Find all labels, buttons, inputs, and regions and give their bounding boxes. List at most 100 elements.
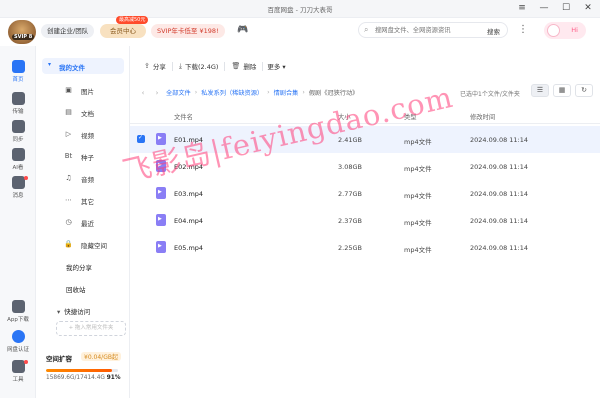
nav-recycle-bin[interactable]: 回收站 [66,284,86,294]
rail-item-transfer[interactable]: 传输 [0,92,36,115]
search-button[interactable]: 搜索 [487,26,500,36]
avatar[interactable]: SVIP 8 [8,20,36,44]
menu-icon[interactable]: ≡ [516,2,528,14]
breadcrumb-separator: › [302,89,305,96]
rail-item-label: 消息 [12,193,24,199]
share-icon: ⇪ [144,62,150,70]
breadcrumb-item[interactable]: 私发系列（稀缺资源） [201,88,263,97]
tools-grid-icon [11,360,25,373]
close-icon[interactable]: ✕ [582,2,594,14]
rail-item-messages[interactable]: 消息 [0,176,36,199]
rail-item-home[interactable]: 首页 [0,60,36,83]
breadcrumb-item[interactable]: 情剧合集 [274,88,299,97]
create-org-button[interactable]: 创建企业/团队 [41,24,95,38]
search-bar: ⌕ 搜索 [358,22,508,38]
back-arrow-icon[interactable]: ‹ [138,89,148,97]
rail-item-label: AI看 [12,165,24,171]
storage-expand-link[interactable]: 空间扩容 [46,355,72,363]
home-icon [11,60,25,73]
rail-item-label: 同步 [12,137,24,143]
delete-label: 删除 [243,63,257,71]
window-title: 百度网盘 - 刀刀大表哥 [267,6,333,14]
assistant-avatar-icon [547,24,560,37]
more-label: 更多 [267,63,281,71]
list-view-icon[interactable]: ☰ [531,84,549,97]
headphones-icon: ♫ [65,174,72,182]
forward-arrow-icon[interactable]: › [152,89,162,97]
storage-percent: 91% [106,375,121,381]
storage-progress-bar [46,369,118,372]
search-input[interactable] [375,25,475,36]
nav-item-label: 音频 [81,176,94,184]
table-row[interactable]: E04.mp4 2.37GB mp4文件 2024.09.08 11:14 [130,207,600,234]
video-file-icon [156,214,166,226]
minimize-icon[interactable]: — [538,2,550,14]
file-type: mp4文件 [404,165,432,173]
rail-item-label: 工具 [12,377,24,383]
rail-item-tools[interactable]: 工具 [0,360,36,383]
file-date: 2024.09.08 11:14 [470,136,529,144]
maximize-icon[interactable]: ☐ [560,2,572,14]
download-icon: ⤓ [178,61,182,70]
table-row[interactable]: E03.mp4 2.77GB mp4文件 2024.09.08 11:14 [130,180,600,207]
table-row[interactable]: E05.mp4 2.25GB mp4文件 2024.09.08 11:14 [130,234,600,261]
rail-item-verify[interactable]: 网盘认证 [0,330,36,353]
share-label: 分享 [152,63,166,71]
add-favorite-folder[interactable]: + 拖入常用文件夹 [56,321,126,336]
file-name[interactable]: E04.mp4 [174,217,203,225]
breadcrumb-item[interactable]: 全部文件 [166,88,191,97]
download-button[interactable]: ⤓ 下载(2.4G) [173,61,225,72]
file-date: 2024.09.08 11:14 [470,163,529,171]
breadcrumb: ‹ › 全部文件 › 私发系列（稀缺资源） › 情剧合集 › 假剧《冠狭行动》 [138,88,359,98]
nav-my-files-label: 我的文件 [59,64,85,72]
column-header-name[interactable]: 文件名 [174,112,193,121]
video-file-icon [156,241,166,253]
vip-center-button[interactable]: 最高减50元 会员中心 [100,16,149,38]
share-button[interactable]: ⇪ 分享 [138,61,172,71]
nav-item-label: 种子 [81,154,94,162]
storage-offer-badge[interactable]: ¥0.04/GB起 [81,352,121,361]
rail-item-sync[interactable]: 同步 [0,120,36,143]
storage-used-text: 15869.6G/17414.4G [46,375,105,381]
gamepad-icon[interactable]: 🎮 [237,25,248,35]
more-menu-button[interactable]: 更多 ▾ [267,61,285,71]
file-size: 2.37GB [338,217,362,225]
verified-icon [11,330,25,343]
chevron-down-icon: ▾ [48,61,52,68]
ai-view-icon [11,148,25,161]
nav-item-label: 最近 [81,220,94,228]
svip-level-badge: SVIP 8 [12,34,35,40]
nav-my-share[interactable]: 我的分享 [66,262,92,272]
file-nav: ▾ 我的文件 ▣ 图片 ▤ 文档 ▷ 视频 Bt 种子 ♫ 音频 ⋯ 其它 ◷ … [36,46,130,398]
nav-item-label: 隐藏空间 [81,242,107,250]
view-switcher: ☰ ▦ ↻ [531,84,593,97]
more-options-icon[interactable]: ⋮ [518,24,528,35]
row-checkbox[interactable] [137,134,145,143]
phone-icon [11,300,25,313]
title-bar: 百度网盘 - 刀刀大表哥 ≡ — ☐ ✕ [0,0,600,18]
nav-my-files[interactable]: ▾ 我的文件 [42,58,124,74]
window-controls: ≡ — ☐ ✕ [516,2,594,14]
nav-item-label: 其它 [81,198,94,206]
nav-favorites[interactable]: ▾ 快捷访问 [57,306,90,316]
clock-icon: ◷ [65,218,72,226]
file-date: 2024.09.08 11:14 [470,190,529,198]
file-name[interactable]: E05.mp4 [174,244,203,252]
nav-item-label: 视频 [81,132,94,140]
left-rail: 首页 传输 同步 AI看 消息 App下载 网盘认证 工具 [0,46,36,398]
rail-item-app-download[interactable]: App下载 [0,300,36,323]
svip-offer-button[interactable]: SVIP年卡低至 ¥198! [151,24,225,38]
delete-button[interactable]: 🗑 删除 [225,61,262,71]
file-type: mp4文件 [404,219,432,227]
grid-view-icon[interactable]: ▦ [553,84,571,97]
rail-item-label: App下载 [7,317,29,323]
vip-promo-badge: 最高减50元 [116,16,149,24]
notification-dot [24,176,28,180]
download-label: 下载(2.4G) [184,63,219,71]
storage-progress-fill [46,369,112,372]
file-name[interactable]: E03.mp4 [174,190,203,198]
rail-item-ai[interactable]: AI看 [0,148,36,171]
refresh-icon[interactable]: ↻ [575,84,593,97]
column-header-date[interactable]: 修改时间 [470,112,495,121]
assistant-button[interactable]: Hi [544,22,586,39]
